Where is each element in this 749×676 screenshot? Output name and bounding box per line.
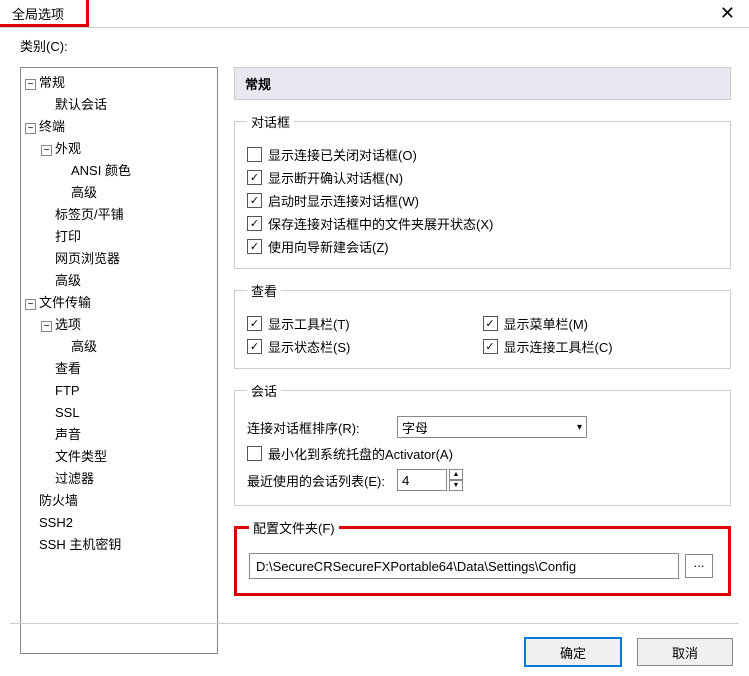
tree-ansi-color[interactable]: ANSI 颜色 [71,163,131,178]
tree-ssh-hostkey[interactable]: SSH 主机密钥 [39,537,121,552]
chk-min-tray[interactable] [247,446,262,461]
config-folder-group: 配置文件夹(F) D:\SecureCRSecureFXPortable64\D… [234,518,731,596]
close-icon[interactable]: ✕ [714,3,741,24]
sort-value: 字母 [402,418,428,437]
tree-filter[interactable]: 过滤器 [55,471,94,486]
chk-disconnect-confirm[interactable] [247,170,262,185]
chk-statusbar[interactable] [247,339,262,354]
tree-view[interactable]: 查看 [55,361,81,376]
collapse-icon[interactable]: − [25,79,36,90]
tree-print[interactable]: 打印 [55,229,81,244]
lbl-toolbar: 显示工具栏(T) [268,314,350,333]
dialog-legend: 对话框 [247,112,294,131]
lbl-show-closed: 显示连接已关闭对话框(O) [268,145,417,164]
chevron-down-icon: ▾ [577,422,582,433]
spin-down-icon[interactable]: ▼ [449,480,463,491]
recent-input[interactable] [397,469,447,491]
config-path-input[interactable]: D:\SecureCRSecureFXPortable64\Data\Setti… [249,553,679,579]
browse-button[interactable]: ... [685,554,713,578]
lbl-disconnect-confirm: 显示断开确认对话框(N) [268,168,403,187]
config-path-value: D:\SecureCRSecureFXPortable64\Data\Setti… [256,559,576,574]
tree-ssl[interactable]: SSL [55,405,80,420]
view-group: 查看 显示工具栏(T) 显示状态栏(S) 显示菜单栏(M) 显示连接工具栏(C) [234,281,731,369]
lbl-min-tray: 最小化到系统托盘的Activator(A) [268,444,453,463]
tree-advanced3[interactable]: 高级 [71,339,97,354]
dialog-group: 对话框 显示连接已关闭对话框(O) 显示断开确认对话框(N) 启动时显示连接对话… [234,112,731,269]
sort-label: 连接对话框排序(R): [247,418,397,437]
session-group: 会话 连接对话框排序(R): 字母 ▾ 最小化到系统托盘的Activator(A… [234,381,731,506]
chk-connect-startup[interactable] [247,193,262,208]
collapse-icon[interactable]: − [41,145,52,156]
category-label: 类别(C): [0,36,749,55]
tree-options[interactable]: 选项 [55,317,81,332]
settings-panel: 常规 对话框 显示连接已关闭对话框(O) 显示断开确认对话框(N) 启动时显示连… [234,67,739,654]
ok-button[interactable]: 确定 [525,638,621,666]
chk-menubar[interactable] [483,316,498,331]
collapse-icon[interactable]: − [41,321,52,332]
tree-sound[interactable]: 声音 [55,427,81,442]
tree-browser[interactable]: 网页浏览器 [55,251,120,266]
recent-label: 最近使用的会话列表(E): [247,471,397,490]
lbl-connect-toolbar: 显示连接工具栏(C) [504,337,613,356]
tree-advanced2[interactable]: 高级 [55,273,81,288]
chk-wizard[interactable] [247,239,262,254]
collapse-icon[interactable]: − [25,299,36,310]
chk-connect-toolbar[interactable] [483,339,498,354]
title-bar: 全局选项 ✕ [0,0,749,28]
category-tree[interactable]: −常规 默认会话 −终端 −外观 ANSI 颜色 高级 标签页/平铺 打印 网页… [20,67,218,654]
sort-select[interactable]: 字母 ▾ [397,416,587,438]
divider [10,623,739,624]
tree-ftp[interactable]: FTP [55,383,80,398]
tree-terminal[interactable]: 终端 [39,119,65,134]
tree-filetype[interactable]: 文件类型 [55,449,107,464]
tree-appearance[interactable]: 外观 [55,141,81,156]
chk-save-expand[interactable] [247,216,262,231]
chk-toolbar[interactable] [247,316,262,331]
cancel-button[interactable]: 取消 [637,638,733,666]
tree-advanced[interactable]: 高级 [71,185,97,200]
chk-show-closed[interactable] [247,147,262,162]
lbl-wizard: 使用向导新建会话(Z) [268,237,389,256]
config-legend: 配置文件夹(F) [249,518,339,537]
lbl-connect-startup: 启动时显示连接对话框(W) [268,191,419,210]
tree-firewall[interactable]: 防火墙 [39,493,78,508]
title-highlight [0,0,89,27]
panel-title: 常规 [234,67,731,100]
tree-file-transfer[interactable]: 文件传输 [39,295,91,310]
view-legend: 查看 [247,281,281,300]
session-legend: 会话 [247,381,281,400]
collapse-icon[interactable]: − [25,123,36,134]
tree-tabs[interactable]: 标签页/平铺 [55,207,124,222]
lbl-menubar: 显示菜单栏(M) [504,314,589,333]
tree-default-session[interactable]: 默认会话 [55,97,107,112]
spin-up-icon[interactable]: ▲ [449,469,463,480]
tree-general[interactable]: 常规 [39,75,65,90]
tree-ssh2[interactable]: SSH2 [39,515,73,530]
lbl-statusbar: 显示状态栏(S) [268,337,350,356]
lbl-save-expand: 保存连接对话框中的文件夹展开状态(X) [268,214,493,233]
